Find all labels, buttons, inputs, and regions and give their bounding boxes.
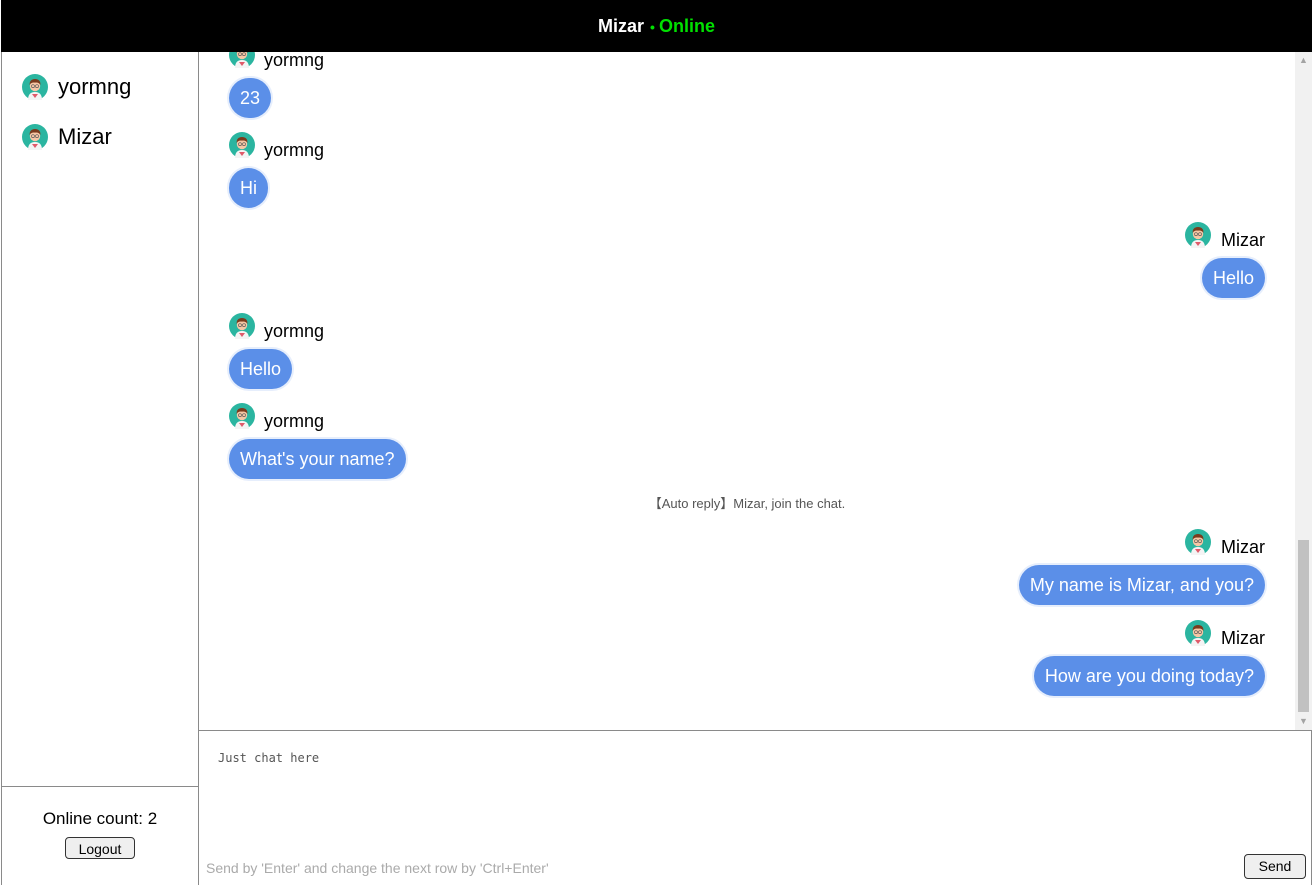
sender-name: yormng: [264, 140, 325, 160]
sender-name: yormng: [264, 411, 325, 431]
avatar-icon: [229, 403, 255, 429]
online-dot-icon: •: [650, 19, 655, 35]
scroll-up-arrow-icon[interactable]: ▲: [1295, 52, 1312, 69]
message-bubble: 23: [229, 78, 272, 118]
message: yormng What's your name?: [229, 403, 406, 479]
chat-header: Mizar • Online: [1, 0, 1312, 52]
message-bubble: Hi: [229, 168, 268, 208]
user-name: Mizar: [58, 124, 112, 149]
avatar-icon: [229, 132, 255, 158]
message-bubble: Hello: [229, 349, 293, 389]
avatar-icon: [1185, 222, 1211, 248]
avatar-icon: [229, 313, 255, 339]
scroll-down-arrow-icon[interactable]: ▼: [1295, 713, 1312, 730]
sidebar-footer: Online count: 2 Logout: [2, 786, 198, 885]
message: yormng Hello: [229, 313, 324, 389]
message-bubble: How are you doing today?: [1033, 656, 1265, 696]
message-bubble: What's your name?: [229, 439, 406, 479]
system-notice: 【Auto reply】Mizar, join the chat.: [648, 496, 846, 511]
message-list[interactable]: yormng 23 yormng Hi Mizar Hello yormng H…: [199, 52, 1295, 730]
message-bubble: My name is Mizar, and you?: [1018, 565, 1265, 605]
message-scrollbar[interactable]: ▲ ▼: [1295, 52, 1312, 730]
header-status: Online: [658, 16, 715, 36]
avatar-icon: [22, 124, 48, 150]
online-count: Online count: 2: [42, 809, 158, 828]
user-list-item[interactable]: Mizar: [22, 122, 112, 152]
sender-name: Mizar: [1221, 230, 1265, 250]
message: yormng Hi: [229, 132, 324, 208]
sender-name: Mizar: [1221, 628, 1265, 648]
sender-name: yormng: [264, 52, 325, 70]
send-hint: Send by 'Enter' and change the next row …: [206, 860, 549, 876]
message: Mizar My name is Mizar, and you?: [1018, 529, 1265, 605]
send-button[interactable]: Send: [1244, 854, 1306, 879]
user-list-item[interactable]: yormng: [22, 72, 131, 102]
header-username: Mizar: [598, 16, 645, 36]
sender-name: yormng: [264, 321, 325, 341]
avatar-icon: [1185, 529, 1211, 555]
avatar-icon: [1185, 620, 1211, 646]
user-name: yormng: [58, 74, 132, 99]
message-composer: Send by 'Enter' and change the next row …: [199, 730, 1311, 886]
avatar-icon: [229, 52, 255, 68]
online-users-sidebar: yormng Mizar Online count: 2 Logout: [2, 52, 199, 885]
message-input[interactable]: [199, 731, 1311, 851]
scrollbar-thumb[interactable]: [1298, 540, 1309, 712]
sender-name: Mizar: [1221, 537, 1265, 557]
message: yormng 23: [229, 52, 324, 118]
message-bubble: Hello: [1201, 258, 1265, 298]
logout-button[interactable]: Logout: [65, 837, 135, 859]
message: Mizar How are you doing today?: [1033, 620, 1265, 696]
message: Mizar Hello: [1185, 222, 1265, 298]
avatar-icon: [22, 74, 48, 100]
